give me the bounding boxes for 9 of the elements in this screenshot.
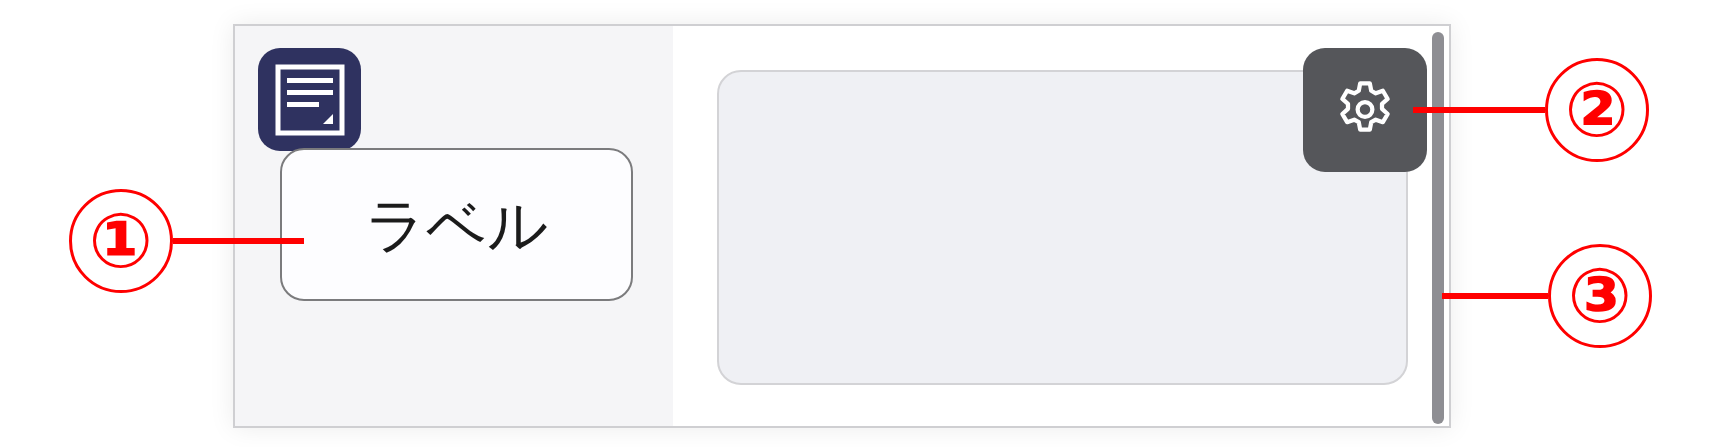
label-text: ラベル bbox=[365, 194, 548, 255]
callout-number: ① bbox=[69, 189, 173, 293]
label-box[interactable]: ラベル bbox=[280, 148, 633, 301]
note-icon bbox=[274, 63, 345, 136]
scrollbar[interactable] bbox=[1432, 32, 1444, 424]
callout-number: ③ bbox=[1548, 244, 1652, 348]
callout-number: ② bbox=[1545, 58, 1649, 162]
note-button[interactable] bbox=[258, 48, 361, 151]
settings-button[interactable] bbox=[1303, 48, 1427, 172]
